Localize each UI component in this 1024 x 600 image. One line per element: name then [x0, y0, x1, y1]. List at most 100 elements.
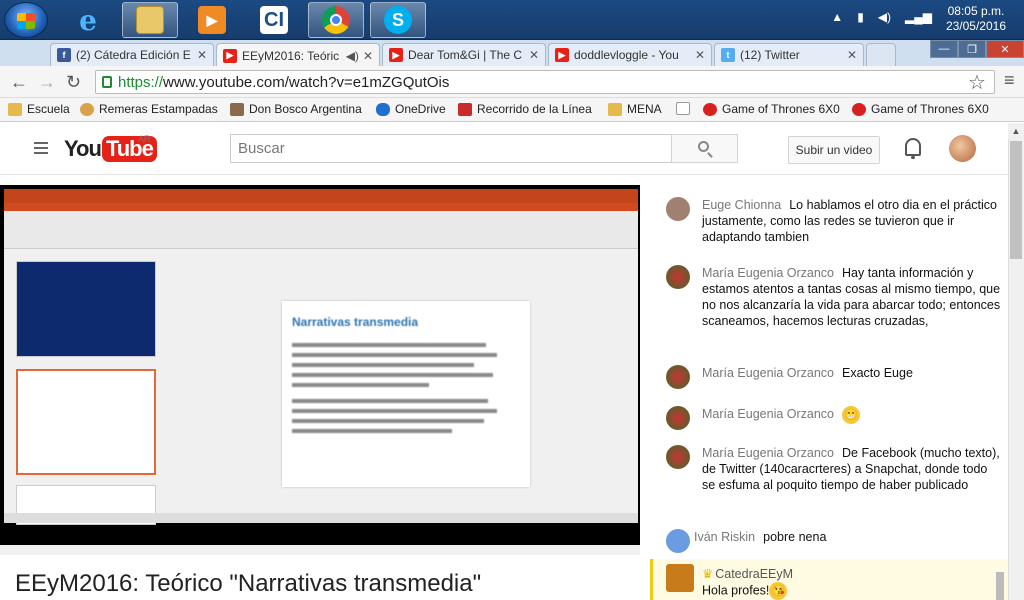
site-icon [230, 102, 244, 116]
avatar [666, 564, 694, 592]
chat-author[interactable]: María Eugenia Orzanco [702, 266, 834, 280]
minimize-button[interactable]: — [930, 40, 958, 58]
tab-dear-tom[interactable]: ▶ Dear Tom&Gi | The C ✕ [382, 43, 546, 66]
tab-title: EEyM2016: Teóric [242, 48, 340, 63]
chat-message: María Eugenia Orzanco Exacto Euge [662, 365, 1002, 389]
video-title: EEyM2016: Teórico "Narrativas transmedia… [15, 570, 482, 597]
chat-author[interactable]: María Eugenia Orzanco [702, 366, 834, 380]
chat-message: María Eugenia Orzanco De Facebook (mucho … [662, 445, 1002, 493]
tab-doddlevloggle[interactable]: ▶ doddlevloggle - You ✕ [548, 43, 712, 66]
bookmark-onedrive[interactable]: OneDrive [376, 102, 446, 116]
cloud-icon [376, 102, 390, 116]
bookmark-star-icon[interactable]: ☆ [968, 70, 986, 95]
reload-button[interactable]: ↻ [66, 72, 81, 93]
clock-date: 23/05/2016 [945, 19, 1006, 33]
folder-icon [136, 6, 164, 34]
close-icon[interactable]: ✕ [847, 48, 857, 62]
bookmark-remeras[interactable]: Remeras Estampadas [80, 102, 218, 116]
chat-scrollbar-thumb[interactable] [996, 572, 1004, 600]
facebook-icon: f [57, 48, 71, 62]
media-icon: ▶ [198, 6, 226, 34]
url-path: www.youtube.com/watch?v=e1mZGQutOis [163, 73, 450, 91]
ci-icon: CI [260, 6, 288, 34]
taskbar-explorer-button[interactable] [122, 2, 178, 38]
site-icon [80, 102, 94, 116]
slide-thumbnails [12, 257, 160, 525]
tab-facebook[interactable]: f (2) Cátedra Edición E ✕ [50, 43, 214, 66]
scroll-up-arrow[interactable]: ▲ [1008, 123, 1024, 139]
search-input[interactable]: Buscar [230, 134, 672, 163]
new-tab-button[interactable] [866, 43, 896, 66]
guide-menu-icon[interactable] [34, 142, 48, 154]
speaker-icon[interactable]: ◀) [346, 49, 359, 63]
bookmark-don-bosco[interactable]: Don Bosco Argentina [230, 102, 362, 116]
menu-icon[interactable]: ≡ [1004, 70, 1015, 91]
close-icon[interactable]: ✕ [529, 48, 539, 62]
close-window-button[interactable]: ✕ [986, 40, 1024, 58]
page-icon [676, 102, 690, 115]
video-player[interactable]: Narrativas transmedia [0, 185, 640, 545]
bookmark-got-2[interactable]: Game of Thrones 6X0 [852, 102, 989, 116]
bookmark-got-1[interactable]: Game of Thrones 6X0 [703, 102, 840, 116]
start-button[interactable] [4, 2, 48, 38]
kiss-emoji-icon: 😘 [769, 582, 788, 600]
chat-text: Hola profes! [702, 583, 770, 598]
upload-button[interactable]: Subir un video [788, 136, 880, 164]
youtube-icon: ▶ [389, 48, 403, 62]
youtube-icon: ▶ [223, 48, 237, 63]
page-scrollbar-thumb[interactable] [1010, 141, 1022, 259]
avatar [666, 197, 690, 221]
restore-button[interactable]: ❐ [958, 40, 986, 58]
close-icon[interactable]: ✕ [197, 48, 207, 62]
taskbar-skype-button[interactable]: S [370, 2, 426, 38]
tab-youtube-active[interactable]: ▶ EEyM2016: Teóric ◀) ✕ [216, 43, 380, 67]
youtube-header: You Tube AR Buscar Subir un video [0, 123, 1008, 175]
tab-twitter[interactable]: t (12) Twitter ✕ [714, 43, 864, 66]
site-icon [703, 102, 717, 116]
youtube-icon: ▶ [555, 48, 569, 62]
forward-button[interactable]: → [38, 72, 56, 93]
browser-tabstrip: f (2) Cátedra Edición E ✕ ▶ EEyM2016: Te… [0, 40, 1024, 67]
chat-author[interactable]: Euge Chionna [702, 198, 781, 212]
avatar [666, 445, 690, 469]
clock-time: 08:05 p.m. [947, 4, 1005, 18]
search-button[interactable] [671, 134, 738, 163]
windows-taskbar: e ▶ CI S ▲ ▮ ◀) ▂▄▆ 08:05 p.m. 23/05/201… [0, 0, 1024, 40]
chat-author[interactable]: CatedraEEyM [715, 567, 793, 581]
tray-signal-icon[interactable]: ▂▄▆ [905, 10, 932, 24]
chrome-icon [322, 6, 350, 34]
taskbar-chrome-button[interactable] [308, 2, 364, 38]
taskbar-clock[interactable]: 08:05 p.m. 23/05/2016 [946, 4, 1006, 34]
window-controls: — ❐ ✕ [930, 40, 1024, 58]
account-avatar[interactable] [949, 135, 976, 162]
bookmark-page[interactable] [676, 102, 695, 115]
url-scheme: https:// [118, 73, 164, 91]
taskbar-ci-button[interactable]: CI [246, 2, 302, 38]
taskbar-media-button[interactable]: ▶ [184, 2, 240, 38]
address-bar[interactable]: https://www.youtube.com/watch?v=e1mZGQut… [95, 70, 995, 94]
slide-title: Narrativas transmedia [292, 315, 419, 329]
bookmark-recorrido[interactable]: Recorrido de la Línea [458, 102, 592, 116]
search-icon [698, 141, 709, 152]
bookmark-escuela[interactable]: Escuela [8, 102, 70, 116]
tray-speaker-icon[interactable]: ◀) [878, 10, 891, 24]
avatar [666, 265, 690, 289]
tray-arrow-icon[interactable]: ▲ [831, 10, 843, 24]
notifications-bell-icon[interactable] [905, 138, 921, 159]
avatar [666, 365, 690, 389]
crown-icon: ♛ [702, 567, 714, 581]
youtube-logo[interactable]: You Tube AR [64, 134, 157, 162]
chat-author[interactable]: María Eugenia Orzanco [702, 446, 834, 460]
tray-device-icon[interactable]: ▮ [857, 10, 864, 24]
chat-message: María Eugenia Orzanco 😁 [662, 406, 1002, 430]
avatar [666, 529, 690, 553]
taskbar-ie-button[interactable]: e [60, 2, 116, 38]
avatar [666, 406, 690, 430]
lock-icon [102, 76, 112, 88]
chat-author[interactable]: Iván Riskin [694, 530, 755, 544]
close-icon[interactable]: ✕ [363, 49, 373, 63]
back-button[interactable]: ← [10, 72, 28, 93]
chat-author[interactable]: María Eugenia Orzanco [702, 407, 834, 421]
bookmark-mena[interactable]: MENA [608, 102, 662, 116]
close-icon[interactable]: ✕ [695, 48, 705, 62]
